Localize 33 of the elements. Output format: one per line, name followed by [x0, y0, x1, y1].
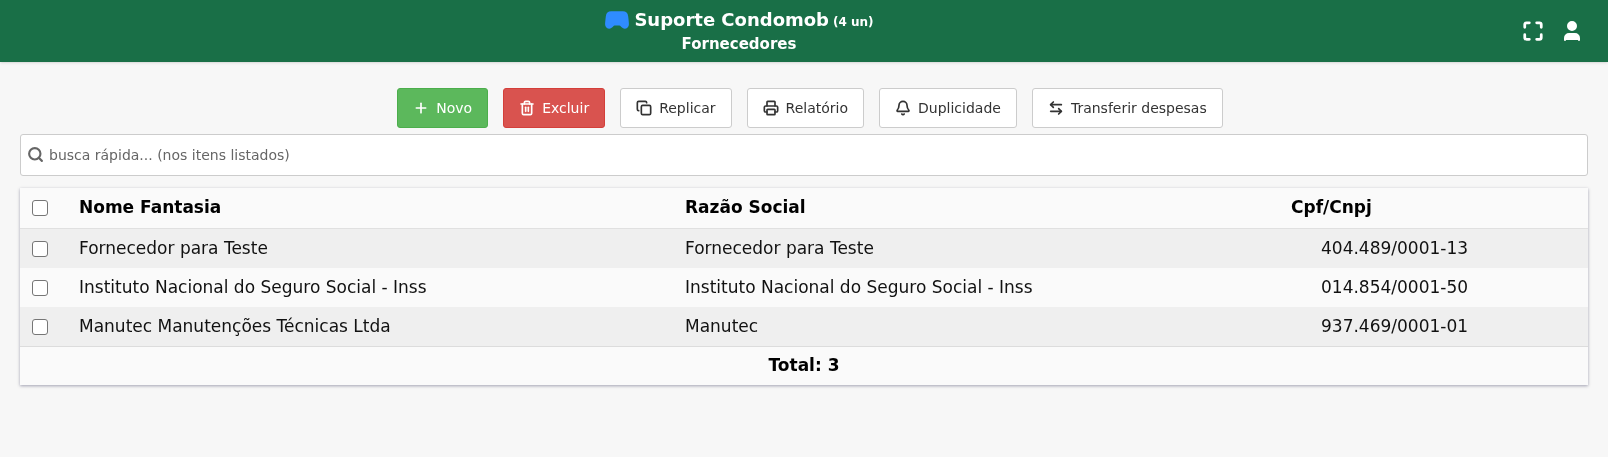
arrows-icon — [1047, 100, 1064, 116]
toolbar-button[interactable]: Duplicidade — [879, 88, 1017, 128]
table-total: Total: 3 — [768, 354, 840, 378]
table-cell: Fornecedor para Teste — [79, 237, 268, 258]
toolbar-button[interactable]: Transferir despesas — [1031, 88, 1223, 128]
unit-count: (4 un) — [833, 13, 874, 31]
table-cell: Fornecedor para Teste — [685, 237, 874, 258]
toolbar-button[interactable]: Excluir — [503, 88, 606, 128]
column-header: Razão Social — [685, 197, 806, 218]
trash-icon — [519, 100, 536, 116]
table-cell: 404.489/0001-13 — [1321, 237, 1469, 258]
search-icon — [27, 146, 44, 163]
table-cell: 014.854/0001-50 — [1321, 276, 1469, 297]
column-header: Nome Fantasia — [79, 197, 222, 218]
fullscreen-icon[interactable] — [1522, 20, 1544, 42]
toolbar-button[interactable]: Relatório — [746, 88, 864, 128]
row-checkbox[interactable] — [32, 240, 48, 257]
table-cell: Instituto Nacional do Seguro Social - Inss — [79, 276, 427, 297]
bell-icon — [895, 100, 911, 116]
table-cell: 937.469/0001-01 — [1321, 315, 1469, 336]
row-checkbox[interactable] — [32, 279, 48, 296]
column-header: Cpf/Cnpj — [1291, 197, 1372, 218]
page-title: Fornecedores — [681, 34, 797, 56]
select-all-checkbox[interactable] — [32, 200, 48, 216]
search-field[interactable]: busca rápida... (nos itens listados) — [20, 134, 1588, 176]
toolbar-button[interactable]: Replicar — [620, 88, 732, 128]
row-checkbox[interactable] — [32, 318, 48, 335]
table-cell: Instituto Nacional do Seguro Social - Inss — [685, 276, 1033, 297]
table-cell: Manutec — [685, 315, 759, 336]
printer-icon — [762, 100, 779, 116]
table-cell: Manutec Manutenções Técnicas Ltda — [79, 315, 391, 336]
copy-icon — [636, 100, 653, 116]
app-title: Suporte Condomob — [634, 8, 829, 33]
